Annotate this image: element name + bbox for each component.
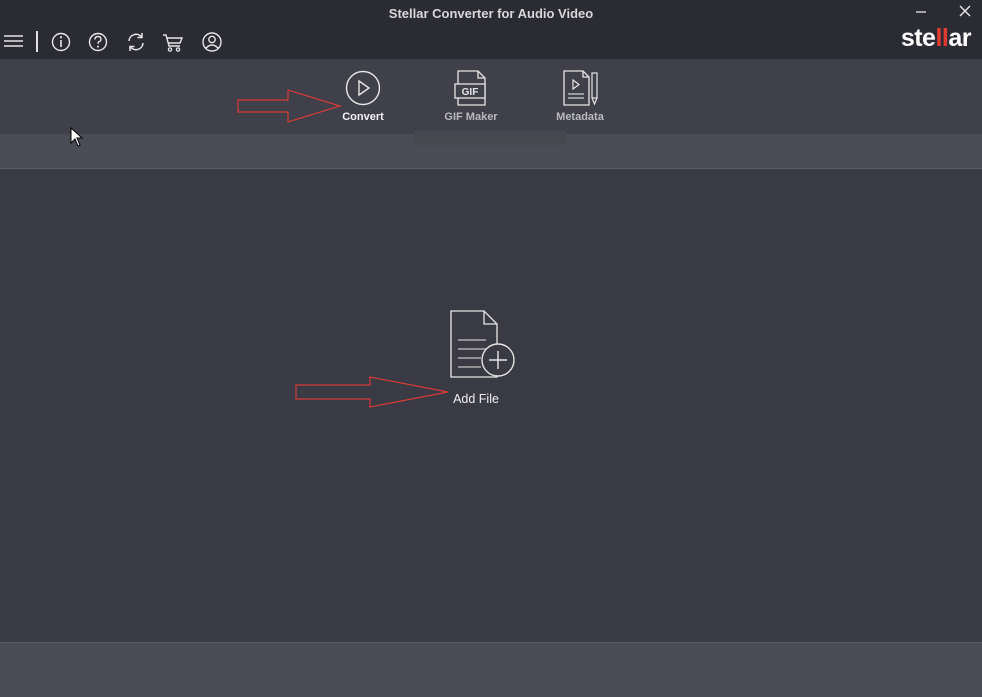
logo-text-end: ar [948,24,971,52]
update-button[interactable] [124,30,148,54]
cart-icon [163,34,184,52]
gif-maker-label: GIF Maker [444,111,498,123]
svg-text:GIF: GIF [462,87,479,98]
ribbon-toolbar: Convert GIF GIF Maker Metadata [0,59,982,134]
title-bar: Stellar Converter for Audio Video stella… [0,0,982,59]
gif-file-icon: GIF [454,70,486,106]
close-icon [959,5,971,17]
app-title: Stellar Converter for Audio Video [388,6,594,21]
logo-mark: ll [935,24,949,52]
account-icon [202,32,222,52]
footer-bar [0,642,982,697]
help-button[interactable] [86,30,110,54]
mouse-cursor-icon [70,127,84,147]
info-button[interactable] [49,30,73,54]
minimize-button[interactable] [910,3,932,21]
menu-button[interactable] [2,30,26,54]
cart-button[interactable] [161,30,185,54]
hamburger-menu-icon [4,35,23,47]
annotation-arrow-icon [237,89,343,123]
minimize-icon [916,11,926,13]
logo-text-start: ste [900,24,936,52]
help-icon [88,32,108,52]
metadata-label: Metadata [556,111,604,123]
info-icon [51,32,71,52]
play-circle-icon [345,70,381,106]
account-button[interactable] [200,30,224,54]
gif-maker-button[interactable]: GIF GIF Maker [426,59,516,134]
close-button[interactable] [954,3,976,21]
stellar-logo: stellar [900,24,972,53]
metadata-button[interactable]: Metadata [535,59,625,134]
toolbar-divider [36,31,38,52]
hover-highlight [414,131,566,145]
update-icon [128,33,144,51]
add-file-icon [450,310,515,378]
annotation-arrow-icon [295,376,449,408]
metadata-file-icon [563,70,598,106]
